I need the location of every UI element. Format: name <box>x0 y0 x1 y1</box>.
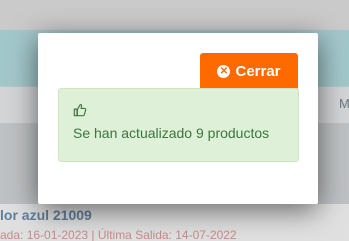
close-button-label: Cerrar <box>235 63 281 80</box>
success-alert: Se han actualizado 9 productos <box>58 88 299 162</box>
alert-message: Se han actualizado 9 productos <box>73 125 270 141</box>
thumbs-up-icon <box>73 104 87 117</box>
close-icon: ✕ <box>217 65 231 78</box>
close-button[interactable]: ✕ Cerrar <box>200 53 298 90</box>
notification-modal: ✕ Cerrar Se han actualizado 9 productos <box>38 33 318 204</box>
